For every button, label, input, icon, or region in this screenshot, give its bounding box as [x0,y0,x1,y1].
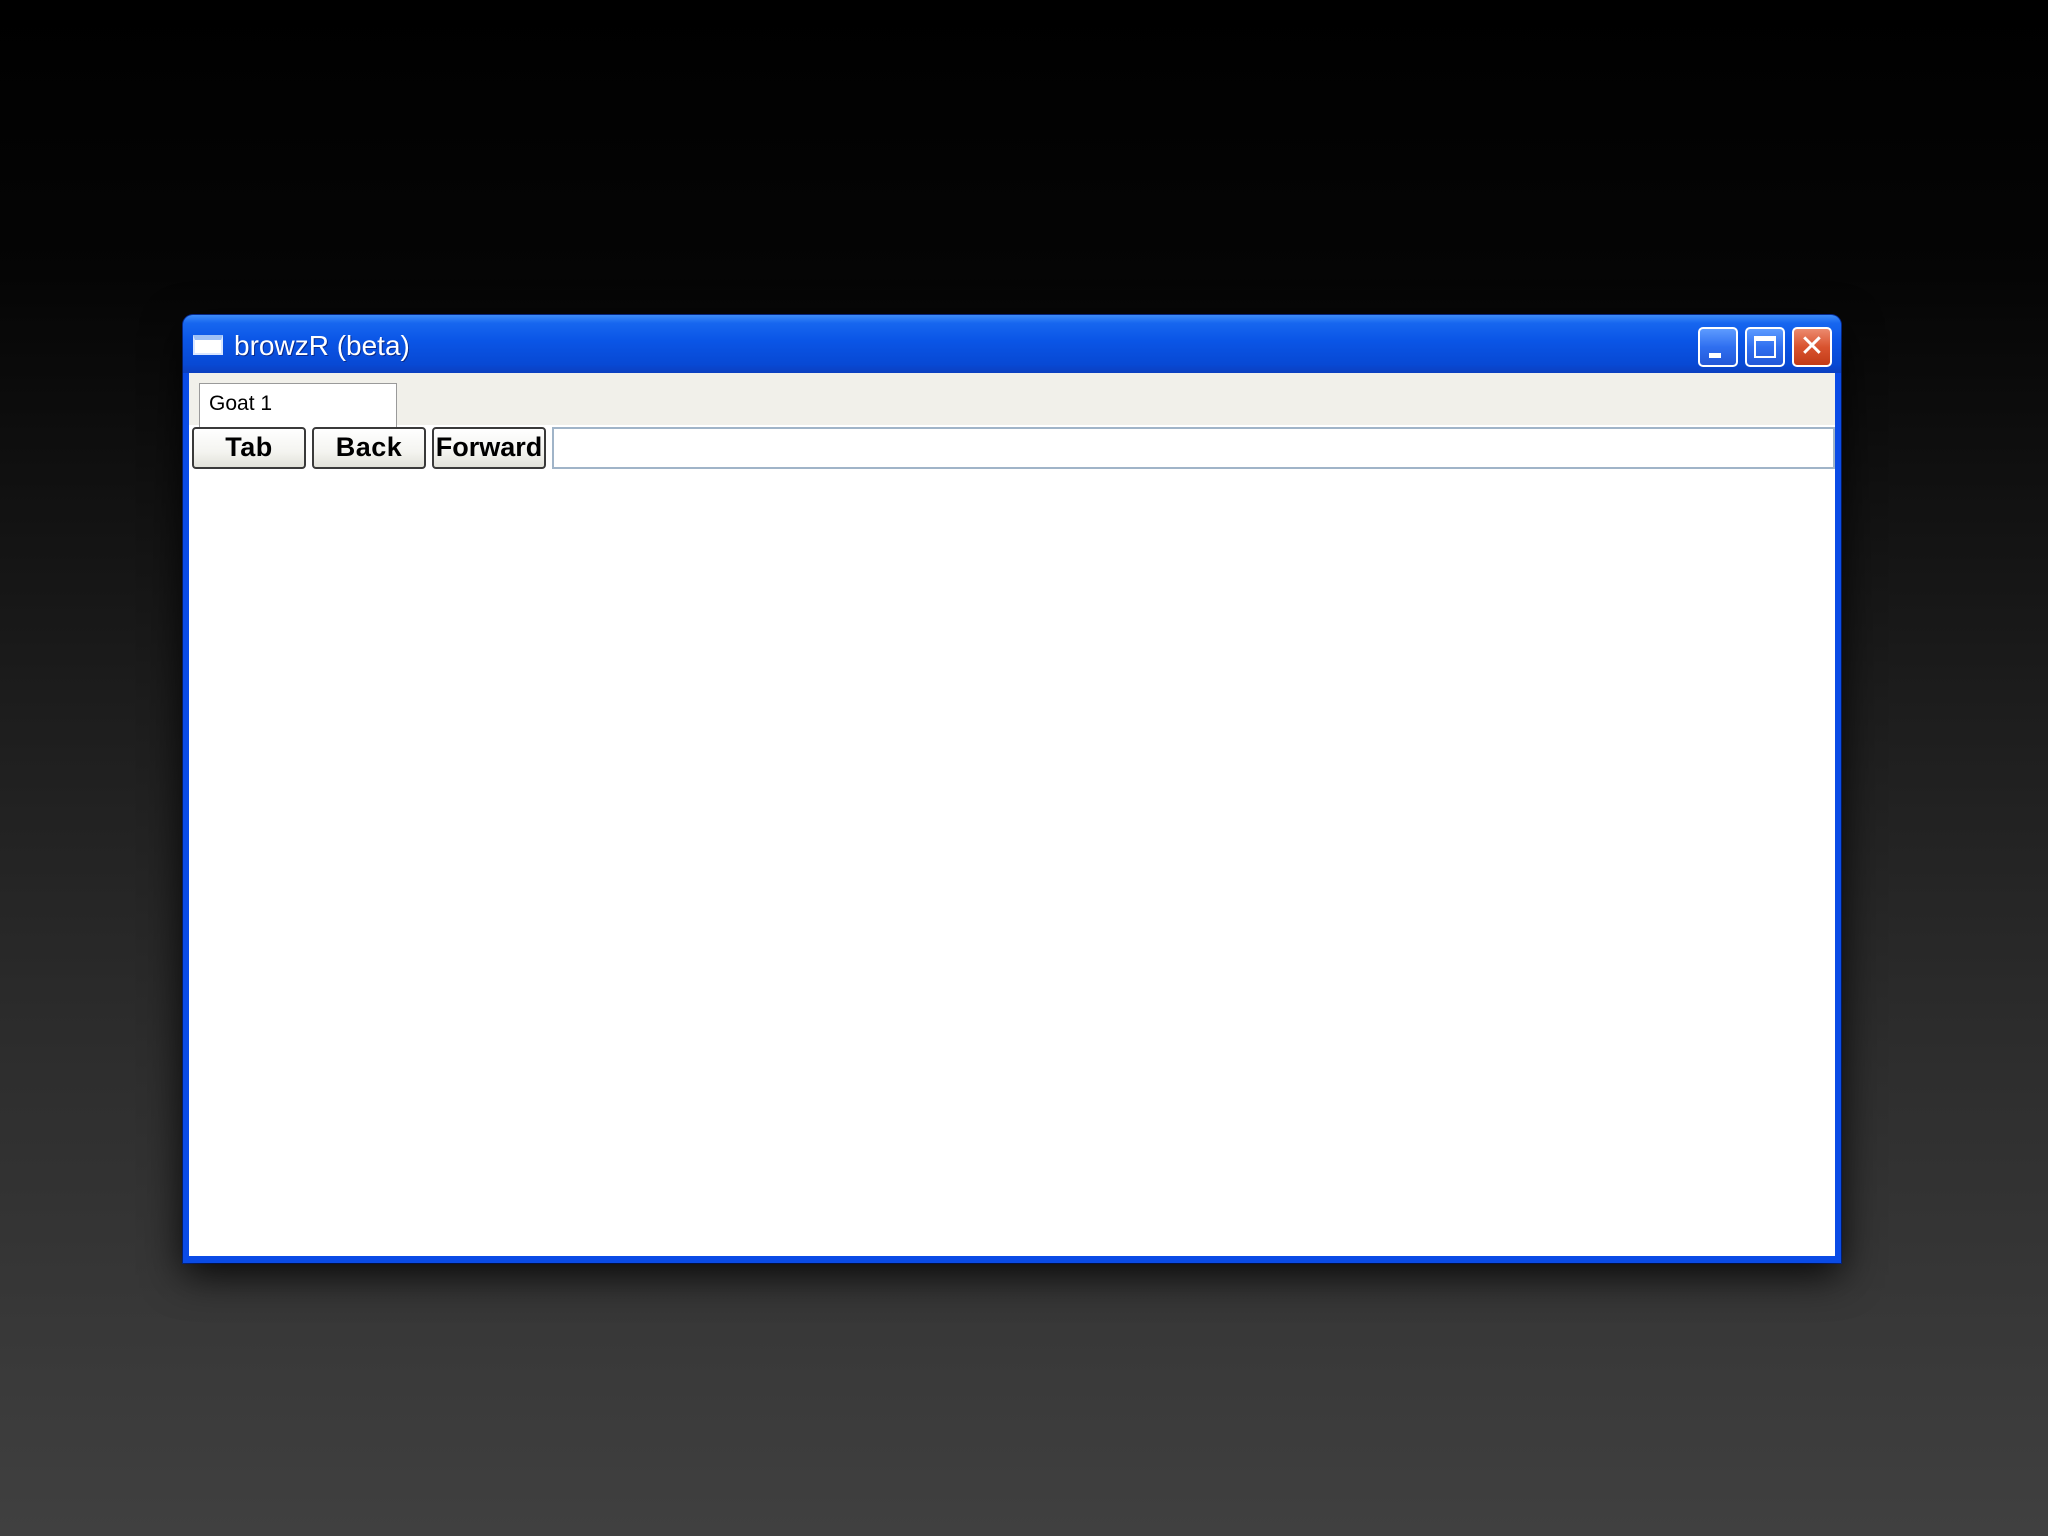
maximize-icon [1754,336,1776,358]
toolbar: Tab Back Forward [189,425,1835,469]
back-button[interactable]: Back [312,427,426,469]
close-icon: ✕ [1799,329,1825,364]
title-bar[interactable]: browzR (beta) ✕ [183,315,1841,373]
minimize-button[interactable] [1698,327,1738,367]
tab-strip: Goat 1 [189,373,1835,427]
new-tab-button[interactable]: Tab [192,427,306,469]
window-icon [193,335,223,355]
maximize-button[interactable] [1745,327,1785,367]
address-bar[interactable] [552,427,1835,469]
page-content[interactable] [189,469,1835,1256]
forward-button[interactable]: Forward [432,427,546,469]
client-area: Goat 1 Tab Back Forward [189,373,1835,1256]
minimize-icon [1709,353,1721,358]
close-button[interactable]: ✕ [1792,327,1832,367]
browser-window: browzR (beta) ✕ Goat 1 Tab Back Forward [183,315,1841,1263]
window-title: browzR (beta) [234,330,410,361]
tab-goat-1[interactable]: Goat 1 [199,383,397,427]
